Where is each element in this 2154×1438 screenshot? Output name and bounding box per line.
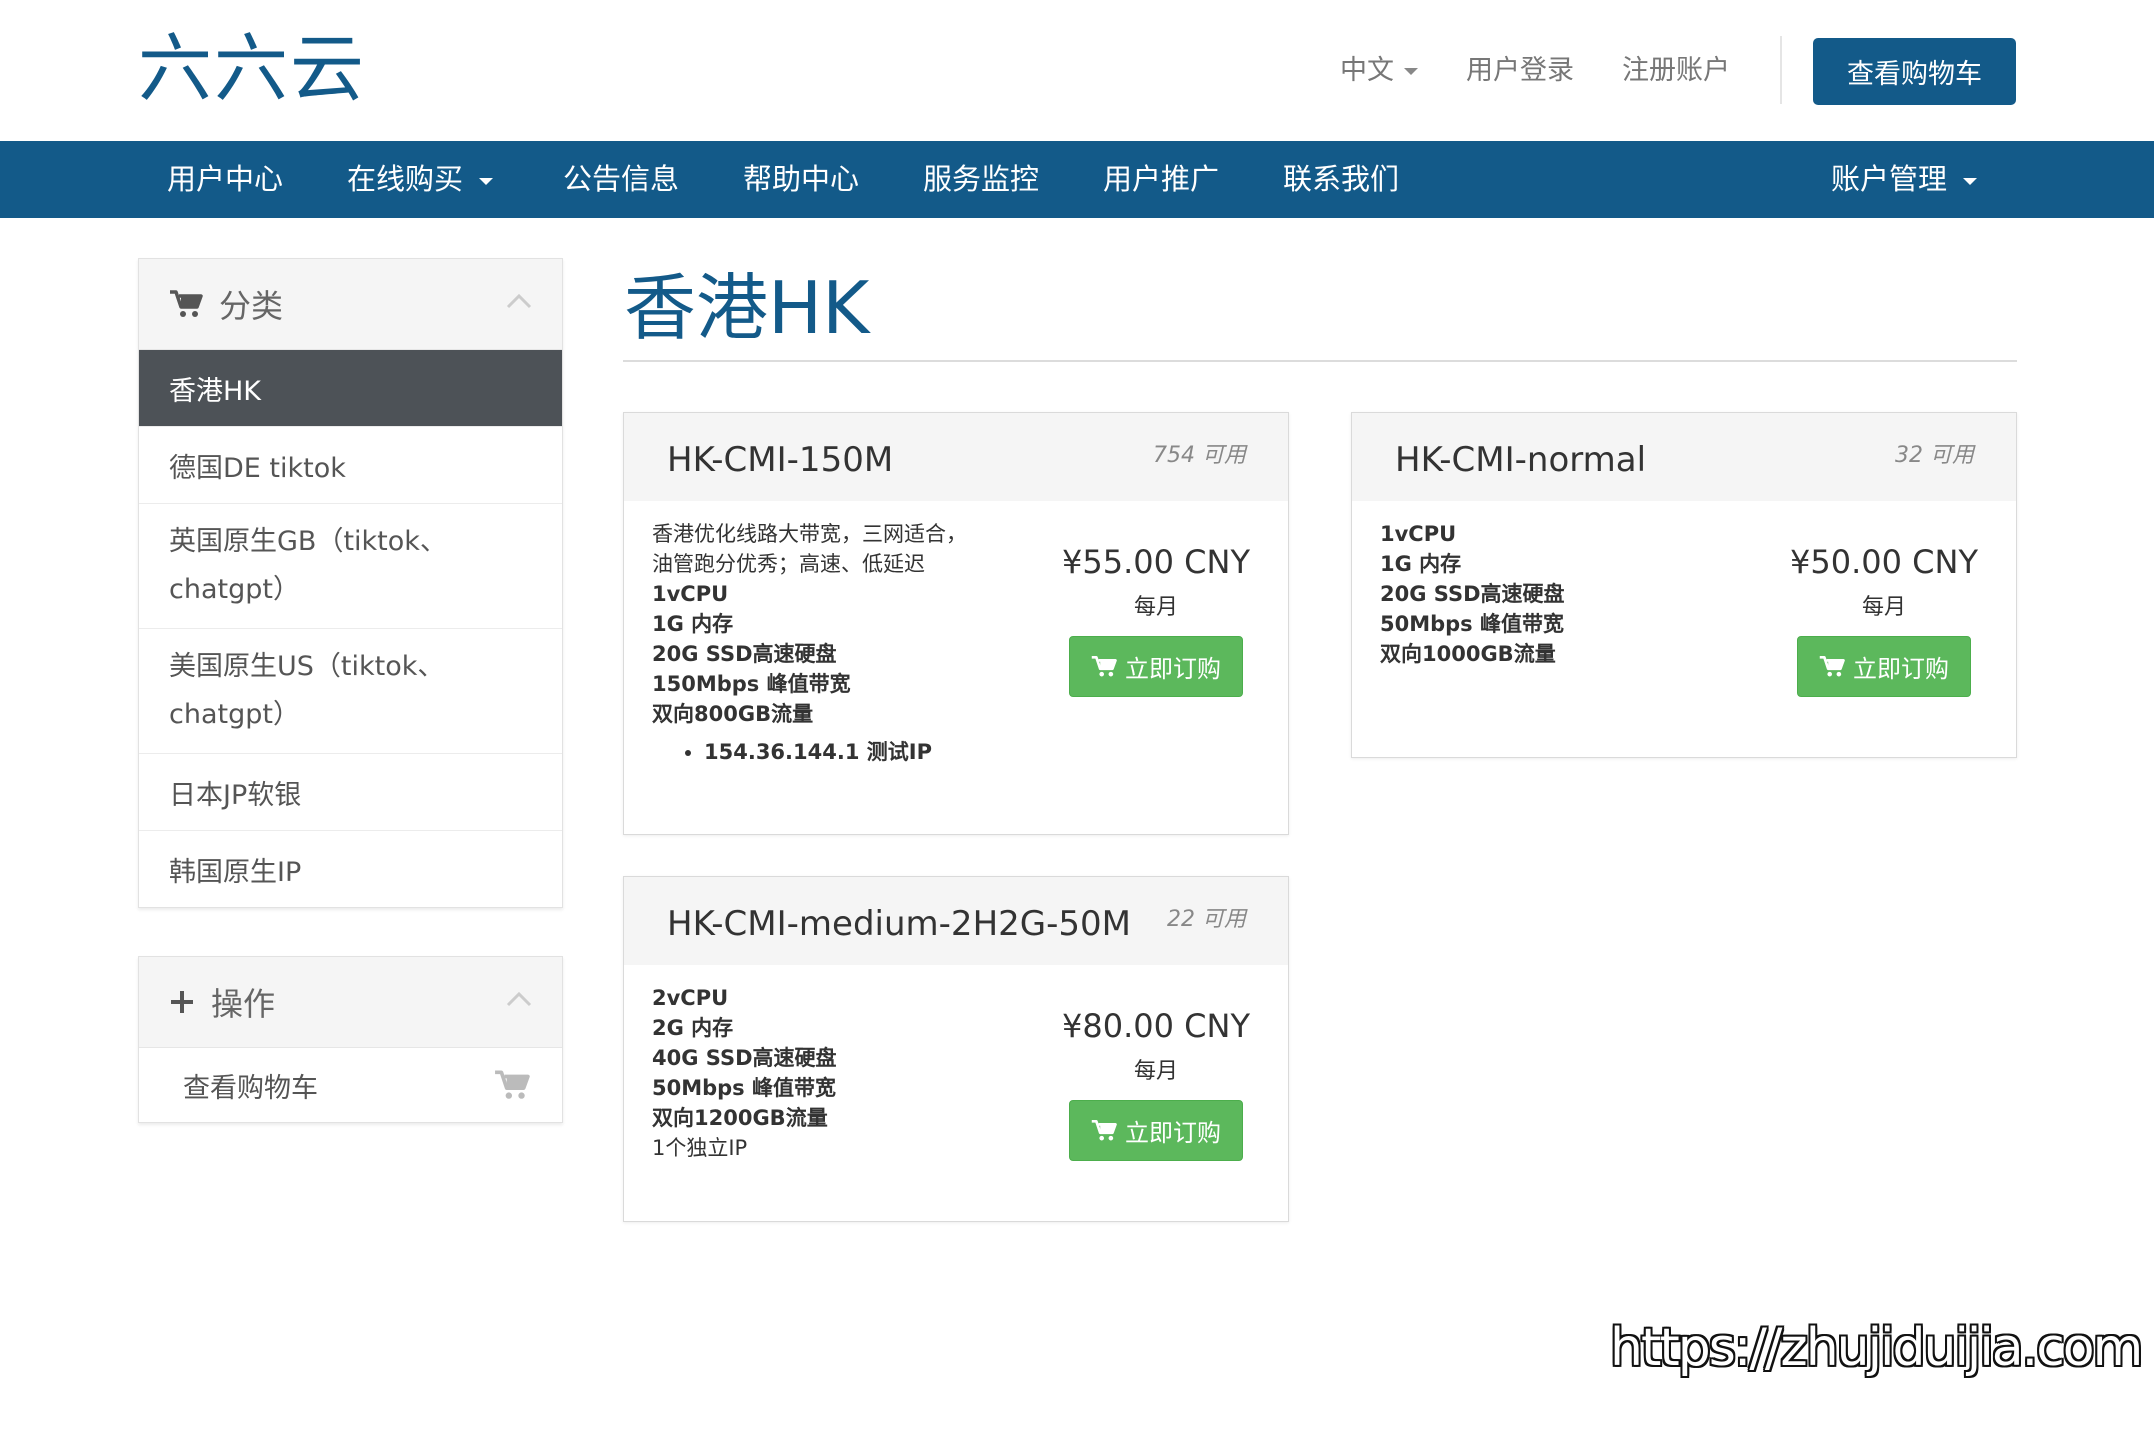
product-qty: 22 可用 (1167, 907, 1246, 932)
list-item: 154.36.144.1 测试IP (704, 737, 1042, 767)
sidebar-item-label: chatgpt） (169, 574, 300, 605)
product-header: HK-CMI-normal 32 可用 (1352, 413, 2016, 501)
language-selector[interactable]: 中文 (1340, 48, 1418, 87)
sidebar-item-hk[interactable]: 香港HK (139, 350, 562, 426)
language-label: 中文 (1340, 54, 1394, 86)
order-label: 立即订购 (1125, 655, 1221, 683)
categories-title: 分类 (219, 287, 284, 325)
nav-item-label: 账户管理 (1831, 162, 1948, 196)
order-now-button[interactable]: 立即订购 (1069, 636, 1243, 697)
login-link[interactable]: 用户登录 (1466, 48, 1574, 87)
desc-line: 油管跑分优秀；高速、低延迟 (652, 552, 925, 576)
desc-line: 双向1200GB流量 (652, 1106, 828, 1130)
desc-line: 1vCPU (1380, 522, 1457, 546)
title-divider (623, 360, 2017, 362)
desc-line: 150Mbps 峰值带宽 (652, 672, 851, 696)
product-description: 2vCPU 2G 内存 40G SSD高速硬盘 50Mbps 峰值带宽 双向12… (652, 983, 1042, 1163)
product-name: HK-CMI-medium-2H2G-50M (667, 904, 1131, 944)
view-cart-button[interactable]: 查看购物车 (1813, 38, 2016, 105)
shopping-cart-icon (1091, 655, 1117, 677)
nav-item-affiliate[interactable]: 用户推广 (1103, 141, 1219, 218)
header-links: 中文 用户登录 注册账户 (1340, 44, 1778, 90)
nav-item-help-center[interactable]: 帮助中心 (743, 141, 859, 218)
shopping-cart-icon (1091, 1119, 1117, 1141)
sidebar-item-gb[interactable]: 英国原生GB（tiktok、 chatgpt） (139, 503, 562, 628)
product-card: HK-CMI-medium-2H2G-50M 22 可用 2vCPU 2G 内存… (623, 876, 1289, 1222)
desc-line: 50Mbps 峰值带宽 (1380, 612, 1564, 636)
sidebar-item-label: chatgpt） (169, 699, 300, 730)
actions-panel: 操作 查看购物车 (138, 956, 563, 1123)
shopping-cart-icon (170, 290, 203, 317)
product-header: HK-CMI-medium-2H2G-50M 22 可用 (624, 877, 1288, 965)
sidebar-item-de[interactable]: 德国DE tiktok (139, 426, 562, 503)
product-description: 香港优化线路大带宽，三网适合， 油管跑分优秀；高速、低延迟 1vCPU 1G 内… (652, 519, 1042, 767)
nav-item-user-center[interactable]: 用户中心 (167, 141, 283, 218)
desc-line: 2vCPU (652, 986, 729, 1010)
product-header: HK-CMI-150M 754 可用 (624, 413, 1288, 501)
shopping-cart-icon (1819, 655, 1845, 677)
desc-list: 154.36.144.1 测试IP (652, 737, 1042, 767)
billing-cycle: 每月 (1861, 595, 1906, 620)
product-qty: 754 可用 (1153, 443, 1246, 468)
page-title: 香港HK (624, 266, 870, 350)
chevron-down-icon (479, 177, 494, 185)
order-now-button[interactable]: 立即订购 (1797, 636, 1971, 697)
product-name: HK-CMI-150M (667, 440, 894, 480)
watermark: https://zhujiduijia.com (1610, 1318, 2143, 1378)
desc-line: 20G SSD高速硬盘 (1380, 582, 1565, 606)
nav-item-contact[interactable]: 联系我们 (1283, 141, 1399, 218)
product-description: 1vCPU 1G 内存 20G SSD高速硬盘 50Mbps 峰值带宽 双向10… (1380, 519, 1770, 669)
desc-line: 20G SSD高速硬盘 (652, 642, 837, 666)
site-header: 六六云 中文 用户登录 注册账户 查看购物车 (0, 0, 2154, 141)
sidebar-item-kr[interactable]: 韩国原生IP (139, 830, 562, 907)
categories-panel: 分类 香港HK 德国DE tiktok 英国原生GB（tiktok、 chatg… (138, 258, 563, 908)
product-card: HK-CMI-normal 32 可用 1vCPU 1G 内存 20G SSD高… (1351, 412, 2017, 758)
register-link[interactable]: 注册账户 (1622, 48, 1730, 87)
nav-item-account[interactable]: 账户管理 (1831, 141, 1978, 218)
header-divider (1780, 36, 1782, 104)
desc-line: 1G 内存 (652, 612, 734, 636)
plus-icon (171, 991, 193, 1013)
desc-line: 双向800GB流量 (652, 702, 814, 726)
sidebar-item-jp[interactable]: 日本JP软银 (139, 753, 562, 830)
shopping-cart-icon (495, 1070, 530, 1099)
product-price: ¥55.00 CNY (1062, 543, 1250, 581)
sidebar-item-label: 美国原生US（tiktok、 (169, 651, 445, 682)
desc-line: 2G 内存 (652, 1016, 734, 1040)
action-label: 查看购物车 (183, 1072, 318, 1104)
actions-header[interactable]: 操作 (139, 957, 562, 1048)
chevron-up-icon[interactable] (506, 991, 532, 1007)
billing-cycle: 每月 (1133, 1059, 1178, 1084)
desc-line: 1vCPU (652, 582, 729, 606)
actions-title: 操作 (211, 985, 276, 1023)
desc-line: 香港优化线路大带宽，三网适合， (652, 522, 967, 546)
desc-line: 1G 内存 (1380, 552, 1462, 576)
billing-cycle: 每月 (1133, 595, 1178, 620)
nav-item-service-monitor[interactable]: 服务监控 (923, 141, 1039, 218)
main-nav: 用户中心 在线购买 公告信息 帮助中心 服务监控 用户推广 联系我们 账户管理 (0, 141, 2154, 218)
nav-item-label: 在线购买 (347, 162, 464, 196)
product-price: ¥80.00 CNY (1062, 1007, 1250, 1045)
chevron-up-icon[interactable] (506, 293, 532, 309)
nav-item-announcements[interactable]: 公告信息 (563, 141, 679, 218)
chevron-down-icon (1404, 67, 1418, 75)
sidebar-item-us[interactable]: 美国原生US（tiktok、 chatgpt） (139, 628, 562, 753)
desc-line: 双向1000GB流量 (1380, 642, 1556, 666)
nav-item-buy-online[interactable]: 在线购买 (347, 141, 494, 218)
product-price: ¥50.00 CNY (1790, 543, 1978, 581)
categories-header[interactable]: 分类 (139, 259, 562, 350)
site-logo[interactable]: 六六云 (138, 24, 366, 114)
order-label: 立即订购 (1853, 655, 1949, 683)
desc-line: 50Mbps 峰值带宽 (652, 1076, 836, 1100)
chevron-down-icon (1963, 177, 1978, 185)
desc-line: 40G SSD高速硬盘 (652, 1046, 837, 1070)
sidebar-item-label: 英国原生GB（tiktok、 (169, 526, 447, 557)
product-card: HK-CMI-150M 754 可用 香港优化线路大带宽，三网适合， 油管跑分优… (623, 412, 1289, 835)
action-view-cart[interactable]: 查看购物车 (139, 1048, 562, 1122)
order-label: 立即订购 (1125, 1119, 1221, 1147)
product-name: HK-CMI-normal (1395, 440, 1647, 480)
desc-line: 1个独立IP (652, 1136, 748, 1160)
order-now-button[interactable]: 立即订购 (1069, 1100, 1243, 1161)
product-qty: 32 可用 (1895, 443, 1974, 468)
